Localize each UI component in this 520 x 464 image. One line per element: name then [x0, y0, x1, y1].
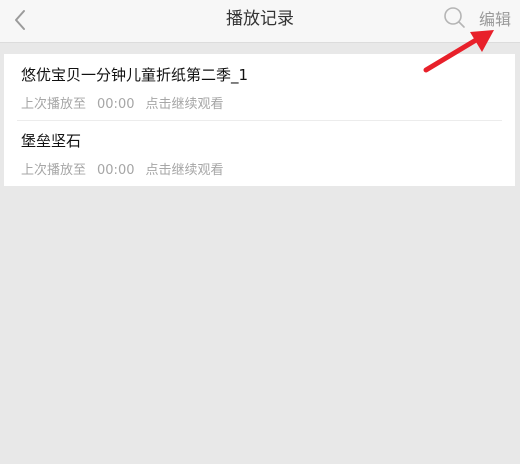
- played-prefix: 上次播放至: [21, 163, 87, 178]
- played-time: 00:00: [97, 97, 135, 112]
- played-time: 00:00: [97, 163, 135, 178]
- annotation-arrow-icon: [423, 30, 494, 73]
- history-item[interactable]: 堡垒坚石 上次播放至 00:00 点击继续观看: [4, 120, 515, 186]
- play-progress: 上次播放至 00:00 点击继续观看: [21, 93, 235, 112]
- video-title: 悠优宝贝一分钟儿童折纸第二季_1: [21, 66, 249, 84]
- continue-link[interactable]: 点击继续观看: [145, 163, 223, 178]
- play-progress: 上次播放至 00:00 点击继续观看: [21, 159, 235, 178]
- video-title: 堡垒坚石: [21, 132, 82, 150]
- continue-link[interactable]: 点击继续观看: [145, 97, 223, 112]
- played-prefix: 上次播放至: [21, 97, 87, 112]
